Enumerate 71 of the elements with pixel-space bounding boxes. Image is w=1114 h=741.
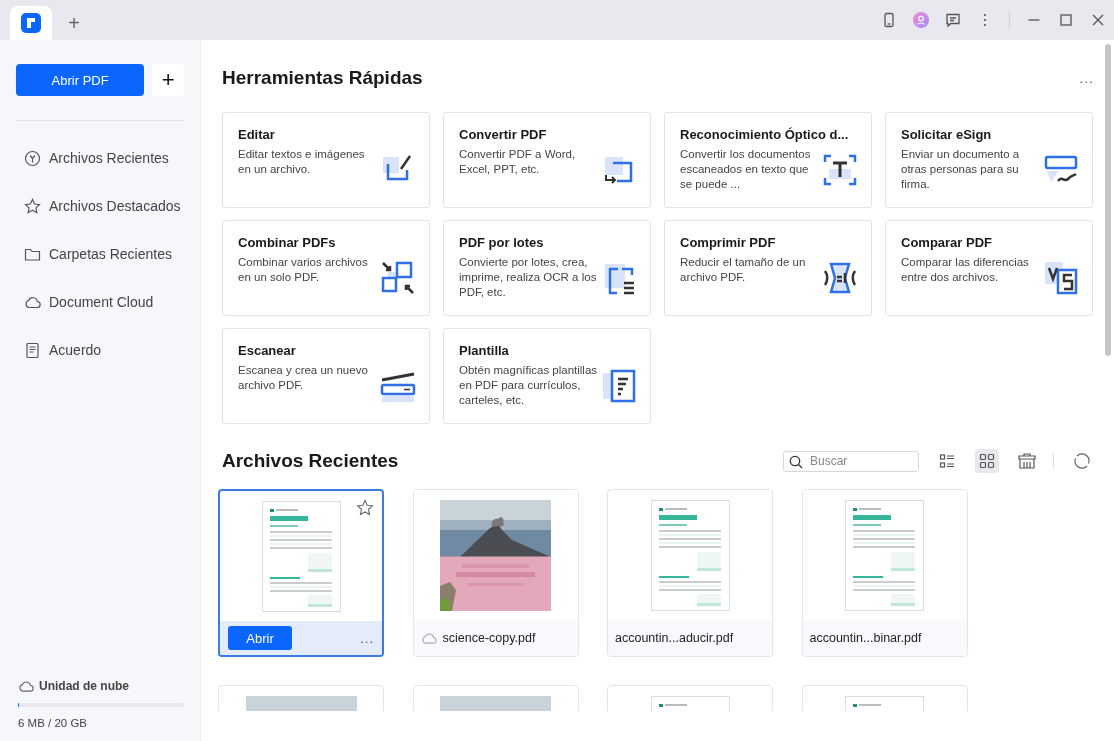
tablet-icon[interactable] — [881, 12, 897, 28]
sidebar-item[interactable]: Archivos Recientes — [0, 134, 200, 182]
compare-icon — [1042, 259, 1080, 297]
tool-card[interactable]: Solicitar eSign Enviar un documento a otras personas para su firma. — [885, 112, 1093, 208]
tool-title: Plantilla — [459, 343, 510, 358]
new-tab-button[interactable]: + — [52, 6, 96, 40]
file-card[interactable]: accountin...aducir.pdf — [607, 489, 773, 657]
tool-title: Reconocimiento Óptico d... — [680, 127, 849, 142]
open-button[interactable]: Abrir — [228, 626, 292, 650]
sidebar-item[interactable]: Archivos Destacados — [0, 182, 200, 230]
file-name: science-copy.pdf — [442, 631, 536, 645]
file-name: accountin...binar.pdf — [809, 631, 922, 645]
more-button[interactable]: ... — [360, 630, 374, 646]
more-button[interactable]: ... — [1075, 70, 1094, 86]
grid-view-icon — [979, 453, 995, 469]
tool-card[interactable]: PDF por lotes Convierte por lotes, crea, imprime, realiza OCR a los PDF, etc. — [443, 220, 651, 316]
tool-card[interactable]: Comparar PDF Comparar las diferencias entre dos archivos. — [885, 220, 1093, 316]
tool-description: Obtén magníficas plantillas en PDF para currículos, carteles, etc. — [459, 363, 599, 408]
search-icon — [789, 454, 803, 469]
cloud-storage-label: Unidad de nube — [39, 679, 129, 693]
search-field[interactable]: Buscar — [783, 450, 919, 472]
tool-description: Convertir los documentos escaneados en texto que se puede ... — [680, 147, 812, 192]
tool-card[interactable]: Editar Editar textos e imágenes en un archivo. — [222, 112, 430, 208]
add-button[interactable]: + — [152, 64, 184, 96]
sidebar-item[interactable]: Acuerdo — [0, 326, 200, 374]
tool-description: Editar textos e imágenes en un archivo. — [238, 147, 366, 177]
tool-card[interactable]: Combinar PDFs Combinar varios archivos en un solo PDF. — [222, 220, 430, 316]
maximize-icon[interactable] — [1058, 12, 1074, 28]
comment-icon[interactable] — [945, 12, 961, 28]
tool-description: Enviar un documento a otras personas para su firma. — [901, 147, 1021, 192]
tool-title: Combinar PDFs — [238, 235, 337, 250]
section-title: Herramientas Rápidas — [222, 67, 423, 89]
tool-card[interactable]: Reconocimiento Óptico d... Convertir los documentos escaneados en texto que se puede ... — [664, 112, 872, 208]
app-logo-icon — [21, 13, 41, 33]
open-pdf-button[interactable]: Abrir PDF — [16, 64, 145, 96]
tool-title: PDF por lotes — [459, 235, 545, 250]
list-view-icon — [939, 453, 955, 469]
tool-title: Convertir PDF — [459, 127, 548, 142]
tool-description: Convierte por lotes, crea, imprime, realiza OCR a los PDF, etc. — [459, 255, 598, 300]
close-icon[interactable] — [1090, 12, 1106, 28]
scrollbar[interactable] — [1105, 44, 1111, 356]
avatar-icon[interactable] — [913, 12, 929, 28]
storage-usage: 6 MB / 20 GB — [18, 717, 89, 729]
tool-title: Comparar PDF — [901, 235, 994, 250]
app-tab[interactable] — [10, 6, 52, 40]
tool-card[interactable]: Comprimir PDF Reducir el tamaño de un archivo PDF. — [664, 220, 872, 316]
tool-description: Escanea y crea un nuevo archivo PDF. — [238, 363, 369, 393]
tool-card[interactable]: Escanear Escanea y crea un nuevo archivo PDF. — [222, 328, 430, 424]
grid-view-button[interactable] — [975, 449, 999, 473]
tool-card[interactable]: Plantilla Obtén magníficas plantillas en PDF para currículos, carteles, etc. — [443, 328, 651, 424]
file-card[interactable]: science-copy.pdf — [412, 489, 579, 657]
tool-title: Escanear — [238, 343, 297, 358]
file-name: accountin...aducir.pdf — [615, 631, 734, 645]
star-icon — [24, 197, 41, 215]
file-card[interactable]: Abrir ... — [218, 489, 384, 657]
sidebar-item[interactable]: Document Cloud — [0, 278, 200, 326]
star-icon[interactable] — [356, 499, 374, 517]
tool-title: Solicitar eSign — [901, 127, 993, 142]
template-icon — [600, 367, 638, 405]
tool-card[interactable]: Convertir PDF Convertir PDF a Word, Excel, PPT, etc. — [443, 112, 651, 208]
tool-title: Editar — [238, 127, 276, 142]
tool-description: Reducir el tamaño de un archivo PDF. — [680, 255, 807, 285]
sidebar-item[interactable]: Carpetas Recientes — [0, 230, 200, 278]
section-title: Archivos Recientes — [222, 450, 399, 472]
cloud-icon — [18, 679, 34, 693]
tool-description: Comparar las diferencias entre dos archivos. — [901, 255, 1030, 285]
tool-description: Convertir PDF a Word, Excel, PPT, etc. — [459, 147, 577, 177]
document-icon — [24, 341, 41, 359]
file-card[interactable]: accountin...binar.pdf — [801, 489, 968, 657]
tool-description: Combinar varios archivos en un solo PDF. — [238, 255, 369, 285]
tool-title: Comprimir PDF — [680, 235, 777, 250]
